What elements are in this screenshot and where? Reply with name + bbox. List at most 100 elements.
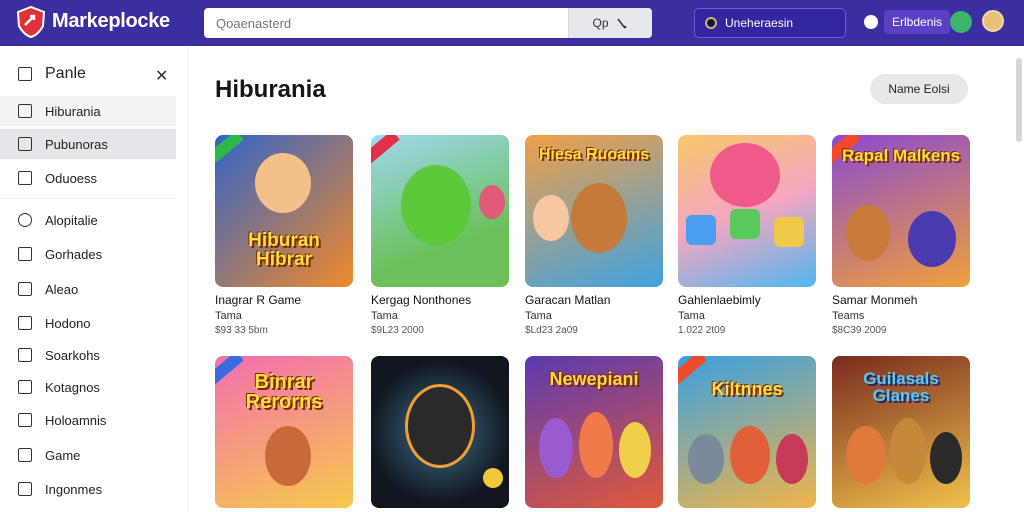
status-selector[interactable]: Uneheraesin [694, 8, 846, 38]
character-art [710, 143, 780, 207]
sidebar-item-ingonmes[interactable]: Ingonmes [0, 474, 176, 504]
game-thumbnail[interactable] [371, 356, 509, 508]
sidebar-divider [0, 198, 176, 199]
sidebar-item-game[interactable]: Game [0, 440, 176, 470]
chat-icon [18, 247, 32, 261]
user-icon [864, 15, 878, 29]
sort-name-button[interactable]: Name Eolsi [870, 74, 968, 104]
new-badge [371, 135, 400, 168]
sidebar-item-label: Soarkohs [45, 347, 100, 363]
character-art [401, 165, 471, 245]
game-card[interactable]: Hiburan Hibrar Inagrar R Game Tama $93 3… [215, 135, 353, 336]
sidebar-item-label: Ingonmes [45, 481, 103, 497]
sidebar-item-hodono[interactable]: Hodono [0, 308, 176, 338]
game-name[interactable]: Garacan Matlan [525, 293, 663, 307]
brand-logo-icon [16, 6, 46, 38]
game-category: Teams [832, 310, 865, 322]
game-card[interactable]: Binrar Rerorns [215, 356, 353, 512]
sidebar-item-label: Holoamnis [45, 412, 107, 428]
scrollbar[interactable] [1016, 58, 1022, 142]
character-art [579, 412, 613, 478]
sidebar-item-oduoess[interactable]: Oduoess [0, 163, 176, 193]
sidebar-item-label: Game [45, 447, 81, 463]
character-art [930, 432, 962, 484]
status-icon [705, 17, 717, 29]
sidebar-item-label: Oduoess [45, 170, 98, 186]
game-title-art: Binrar Rerorns [245, 371, 323, 413]
game-thumbnail[interactable] [371, 135, 509, 287]
game-card[interactable]: Newepiani [525, 356, 663, 512]
game-title-art: Newepiani [549, 369, 639, 389]
game-title-art: Hiesa Ruoams [538, 146, 650, 163]
game-thumbnail[interactable] [678, 135, 816, 287]
close-icon[interactable]: ✕ [155, 66, 168, 86]
page-title: Hiburania [215, 76, 326, 103]
block-art [774, 217, 804, 247]
sidebar-item-alopitalie[interactable]: Alopitalie [0, 205, 176, 235]
notification-avatar[interactable] [950, 11, 972, 33]
sidebar-item-label: Aleao [45, 281, 79, 297]
game-thumbnail[interactable]: Rapal Malkens [832, 135, 970, 287]
document-icon [18, 171, 32, 185]
game-card[interactable]: Gahlenlaebimly Tama 1.022 2t09 [678, 135, 816, 336]
game-thumbnail[interactable]: Kiltnnes [678, 356, 816, 508]
game-thumbnail[interactable]: Hiesa Ruoams [525, 135, 663, 287]
game-name[interactable]: Gahlenlaebimly [678, 293, 816, 307]
character-art [846, 426, 886, 484]
tag-icon [18, 213, 32, 227]
game-card[interactable]: Guilasals Glanes [832, 356, 970, 512]
game-name[interactable]: Inagrar R Game [215, 293, 353, 307]
game-stats: $Ld23 2a09 [525, 325, 578, 336]
game-card[interactable]: Rapal Malkens Samar Monmeh Teams $8C39 2… [832, 135, 970, 336]
search-button[interactable]: Qp [568, 8, 652, 38]
game-name[interactable]: Kergag Nonthones [371, 293, 509, 307]
game-thumbnail[interactable]: Newepiani [525, 356, 663, 508]
folder-icon [18, 104, 32, 118]
sidebar-item-label: Kotagnos [45, 379, 100, 395]
top-bar: Markeplocke Qp Uneheraesin Erlbdenis [0, 0, 1024, 46]
user-avatar[interactable] [982, 10, 1004, 32]
brand-name[interactable]: Markeplocke [52, 10, 170, 33]
character-art [265, 426, 311, 486]
block-art [686, 215, 716, 245]
game-category: Tama [678, 310, 705, 322]
game-stats: 1.022 2t09 [678, 325, 726, 336]
card-icon [18, 482, 32, 496]
sidebar-title: Panle [45, 65, 86, 82]
character-art [405, 384, 475, 468]
game-thumbnail[interactable]: Guilasals Glanes [832, 356, 970, 508]
search-input[interactable] [204, 8, 568, 38]
box-icon [18, 380, 32, 394]
game-title-art: Rapal Malkens [841, 146, 961, 165]
game-thumbnail[interactable]: Hiburan Hibrar [215, 135, 353, 287]
game-title-art: Kiltnnes [711, 379, 783, 399]
game-card[interactable]: Kiltnnes [678, 356, 816, 512]
sidebar-item-hiburania[interactable]: Hiburania [0, 96, 176, 126]
game-stats: $9L23 2000 [371, 325, 424, 336]
sidebar-item-pubunoras[interactable]: Pubunoras [0, 129, 176, 159]
sidebar-item-soarkohs[interactable]: Soarkohs [0, 340, 176, 370]
search-button-label: Qp [592, 16, 609, 30]
sidebar-item-holoamnis[interactable]: Holoamnis [0, 405, 176, 435]
account-menu[interactable]: Erlbdenis [864, 9, 951, 35]
game-title-art: Guilasals Glanes [863, 369, 939, 405]
sidebar-item-label: Hodono [45, 315, 91, 331]
account-label: Erlbdenis [884, 10, 951, 34]
sidebar-item-kotagnos[interactable]: Kotagnos [0, 372, 176, 402]
game-card[interactable]: Hiesa Ruoams Garacan Matlan Tama $Ld23 2… [525, 135, 663, 336]
sidebar-item-aleao[interactable]: Aleao [0, 274, 176, 304]
block-art [730, 209, 760, 239]
new-badge [215, 135, 244, 168]
game-card[interactable]: Kergag Nonthones Tama $9L23 2000 [371, 135, 509, 336]
sidebar-item-gorhades[interactable]: Gorhades [0, 239, 176, 269]
character-art [571, 183, 627, 253]
sidebar-item-label: Alopitalie [45, 212, 98, 228]
game-card[interactable] [371, 356, 509, 512]
game-thumbnail[interactable]: Binrar Rerorns [215, 356, 353, 508]
character-art [619, 422, 651, 478]
box-icon [18, 348, 32, 362]
game-category: Tama [215, 310, 242, 322]
edit-icon [18, 448, 32, 462]
character-art [776, 434, 808, 484]
game-name[interactable]: Samar Monmeh [832, 293, 970, 307]
